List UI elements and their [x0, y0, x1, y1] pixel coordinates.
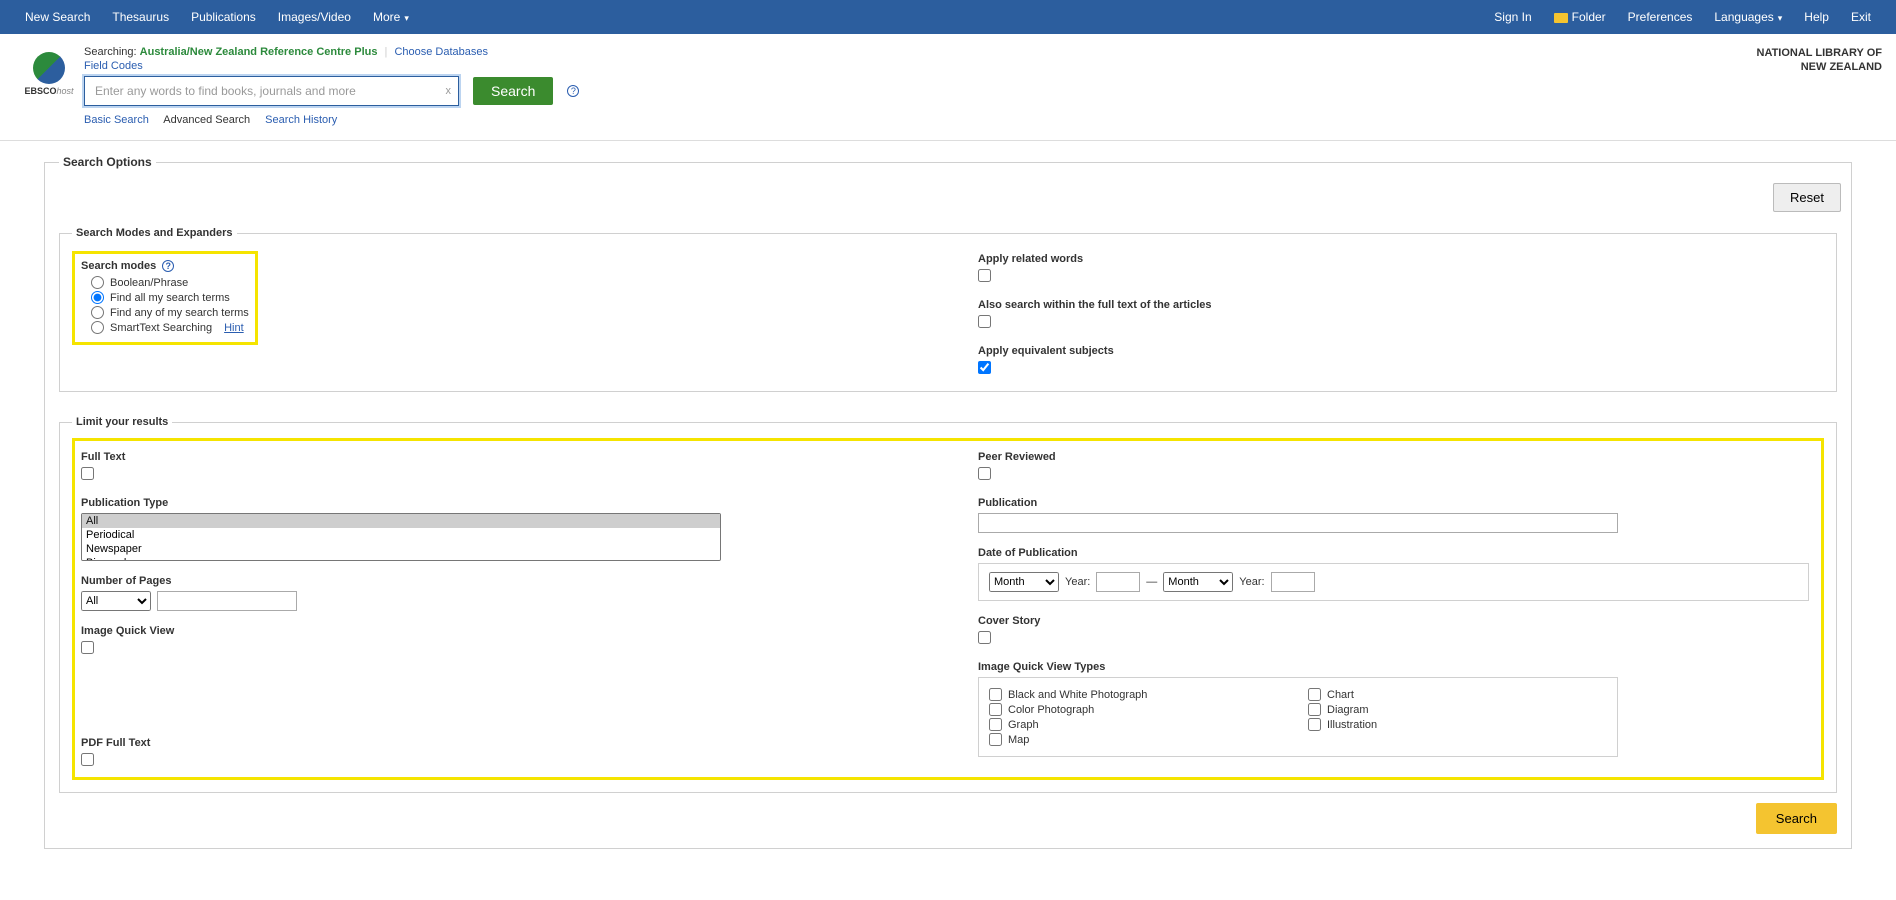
advanced-search-current: Advanced Search — [163, 114, 250, 126]
search-input[interactable] — [84, 76, 459, 106]
apply-equiv-label: Apply equivalent subjects — [978, 345, 1818, 357]
radio-find-all[interactable]: Find all my search terms — [91, 291, 249, 304]
peer-reviewed-label: Peer Reviewed — [978, 451, 1809, 463]
iqv-bw-photo[interactable]: Black and White Photograph — [989, 688, 1288, 701]
iqv-illustration[interactable]: Illustration — [1308, 718, 1607, 731]
search-header: EBSCOhost Searching: Australia/New Zeala… — [0, 34, 1896, 126]
clear-search-icon[interactable]: x — [446, 85, 452, 97]
num-pages-label: Number of Pages — [81, 575, 912, 587]
iqv-checkbox[interactable] — [81, 641, 94, 654]
nav-help[interactable]: Help — [1793, 10, 1840, 24]
publication-label: Publication — [978, 497, 1809, 509]
apply-related-label: Apply related words — [978, 253, 1818, 265]
choose-databases-link[interactable]: Choose Databases — [394, 46, 488, 58]
logo[interactable]: EBSCOhost — [14, 46, 84, 126]
search-options-fieldset: Search Options Reset Search Modes and Ex… — [44, 155, 1852, 849]
iqv-graph[interactable]: Graph — [989, 718, 1288, 731]
smarttext-hint-link[interactable]: Hint — [224, 322, 244, 334]
current-database: Australia/New Zealand Reference Centre P… — [140, 46, 378, 58]
search-history-link[interactable]: Search History — [265, 114, 337, 126]
radio-boolean-phrase[interactable]: Boolean/Phrase — [91, 276, 249, 289]
limit-results-highlight: Full Text Publication Type All Periodica… — [72, 438, 1824, 780]
reset-button[interactable]: Reset — [1773, 183, 1841, 212]
iqv-diagram[interactable]: Diagram — [1308, 703, 1607, 716]
nav-folder[interactable]: Folder — [1543, 10, 1617, 24]
apply-equiv-checkbox[interactable] — [978, 361, 991, 374]
bottom-search-button[interactable]: Search — [1756, 803, 1837, 834]
search-help-icon[interactable]: ? — [567, 85, 579, 97]
searching-database-line: Searching: Australia/New Zealand Referen… — [84, 46, 1882, 58]
fulltext-label: Full Text — [81, 451, 912, 463]
iqv-label: Image Quick View — [81, 625, 912, 637]
modes-expanders-fieldset: Search Modes and Expanders Search modes … — [59, 227, 1837, 392]
date-range-dash: — — [1146, 576, 1157, 588]
nav-publications[interactable]: Publications — [180, 10, 267, 24]
cover-story-label: Cover Story — [978, 615, 1809, 627]
nav-more-dropdown[interactable]: More — [362, 10, 420, 24]
search-modes-highlight: Search modes ? Boolean/Phrase Find all m… — [72, 251, 258, 345]
search-button[interactable]: Search — [473, 77, 553, 105]
nav-new-search[interactable]: New Search — [14, 10, 101, 24]
peer-reviewed-checkbox[interactable] — [978, 467, 991, 480]
modes-expanders-legend: Search Modes and Expanders — [72, 227, 237, 239]
nav-languages-dropdown[interactable]: Languages — [1703, 10, 1793, 24]
pdf-fulltext-label: PDF Full Text — [81, 737, 912, 749]
radio-smarttext[interactable]: SmartText SearchingHint — [91, 321, 249, 334]
iqv-color-photo[interactable]: Color Photograph — [989, 703, 1288, 716]
iqv-map[interactable]: Map — [989, 733, 1288, 746]
limit-results-fieldset: Limit your results Full Text Publication… — [59, 416, 1837, 793]
search-modes-label: Search modes ? — [81, 260, 249, 272]
organization-name: NATIONAL LIBRARY OF NEW ZEALAND — [1757, 46, 1882, 75]
field-codes-link[interactable]: Field Codes — [84, 60, 143, 72]
num-pages-select[interactable]: All — [81, 591, 151, 611]
fulltext-checkbox[interactable] — [81, 467, 94, 480]
logo-text: EBSCOhost — [24, 86, 73, 96]
search-modes-help-icon[interactable]: ? — [162, 260, 174, 272]
nav-exit[interactable]: Exit — [1840, 10, 1882, 24]
logo-icon — [33, 52, 65, 84]
limit-results-legend: Limit your results — [72, 416, 172, 428]
num-pages-input[interactable] — [157, 591, 297, 611]
date-from-month[interactable]: Month — [989, 572, 1059, 592]
search-options-legend: Search Options — [59, 155, 156, 169]
pubtype-select[interactable]: All Periodical Newspaper Biography — [81, 513, 721, 561]
date-publication-label: Date of Publication — [978, 547, 1809, 559]
cover-story-checkbox[interactable] — [978, 631, 991, 644]
also-fulltext-label: Also search within the full text of the … — [978, 299, 1818, 311]
apply-related-checkbox[interactable] — [978, 269, 991, 282]
folder-icon — [1554, 13, 1568, 23]
radio-find-any[interactable]: Find any of my search terms — [91, 306, 249, 319]
pubtype-label: Publication Type — [81, 497, 912, 509]
iqv-chart[interactable]: Chart — [1308, 688, 1607, 701]
nav-sign-in[interactable]: Sign In — [1483, 10, 1542, 24]
iqv-types-label: Image Quick View Types — [978, 661, 1809, 673]
top-nav-bar: New Search Thesaurus Publications Images… — [0, 0, 1896, 34]
publication-input[interactable] — [978, 513, 1618, 533]
nav-preferences[interactable]: Preferences — [1617, 10, 1704, 24]
year-to-label: Year: — [1239, 576, 1264, 588]
nav-images-video[interactable]: Images/Video — [267, 10, 362, 24]
year-from-label: Year: — [1065, 576, 1090, 588]
pdf-fulltext-checkbox[interactable] — [81, 753, 94, 766]
search-mode-links: Basic Search Advanced Search Search Hist… — [84, 114, 1882, 126]
date-to-year[interactable] — [1271, 572, 1315, 592]
date-from-year[interactable] — [1096, 572, 1140, 592]
basic-search-link[interactable]: Basic Search — [84, 114, 149, 126]
date-to-month[interactable]: Month — [1163, 572, 1233, 592]
nav-thesaurus[interactable]: Thesaurus — [101, 10, 180, 24]
also-fulltext-checkbox[interactable] — [978, 315, 991, 328]
